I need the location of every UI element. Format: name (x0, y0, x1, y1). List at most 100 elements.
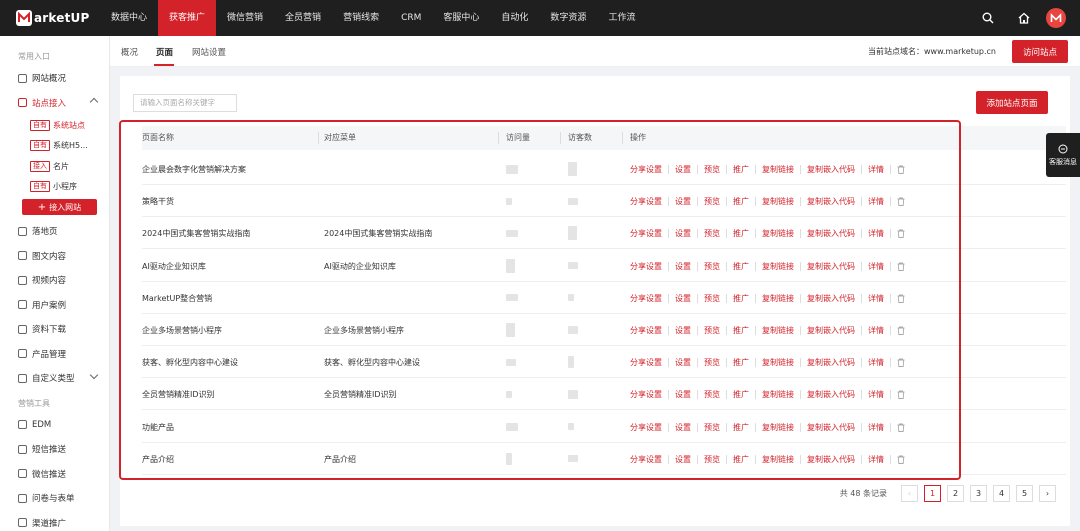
trash-icon[interactable] (897, 294, 905, 303)
logo[interactable]: arketUP (0, 0, 100, 36)
page-name[interactable]: AI驱动企业知识库 (142, 261, 206, 272)
sidebar-item-bottom-items-1[interactable]: 短信推送 (0, 437, 109, 462)
action-3[interactable]: 推广 (733, 454, 749, 465)
action-4[interactable]: 复制链接 (762, 196, 794, 207)
action-0[interactable]: 分享设置 (630, 261, 662, 272)
add-site-button[interactable]: + 接入网站 (22, 199, 97, 215)
action-4[interactable]: 复制链接 (762, 293, 794, 304)
action-5[interactable]: 复制嵌入代码 (807, 454, 855, 465)
action-4[interactable]: 复制链接 (762, 164, 794, 175)
action-6[interactable]: 详情 (868, 164, 884, 175)
action-6[interactable]: 详情 (868, 389, 884, 400)
action-2[interactable]: 预览 (704, 454, 720, 465)
page-button-5[interactable]: 5 (1016, 485, 1033, 502)
sidebar-item-bottom-items-4[interactable]: 渠道推广 (0, 511, 109, 531)
action-2[interactable]: 预览 (704, 293, 720, 304)
nav-item-0[interactable]: 数据中心 (100, 0, 158, 36)
action-1[interactable]: 设置 (675, 422, 691, 433)
nav-item-1[interactable]: 获客推广 (158, 0, 217, 36)
sidebar-item-site-overview[interactable]: 网站概况 (0, 66, 109, 91)
sidebar-item-bottom-items-3[interactable]: 问卷与表单 (0, 486, 109, 511)
action-5[interactable]: 复制嵌入代码 (807, 389, 855, 400)
action-5[interactable]: 复制嵌入代码 (807, 164, 855, 175)
sidebar-item-bottom-items-2[interactable]: 微信推送 (0, 462, 109, 487)
action-1[interactable]: 设置 (675, 357, 691, 368)
action-2[interactable]: 预览 (704, 422, 720, 433)
sidebar-item-bottom-items-0[interactable]: EDM (0, 413, 109, 438)
action-0[interactable]: 分享设置 (630, 325, 662, 336)
action-1[interactable]: 设置 (675, 325, 691, 336)
page-name[interactable]: 企业晨会数字化营销解决方案 (142, 164, 246, 175)
action-2[interactable]: 预览 (704, 196, 720, 207)
add-page-button[interactable]: 添加站点页面 (976, 91, 1048, 114)
nav-item-7[interactable]: 自动化 (490, 0, 539, 36)
page-name[interactable]: 2024中国式集客营销实战指南 (142, 228, 250, 239)
action-6[interactable]: 详情 (868, 357, 884, 368)
action-3[interactable]: 推广 (733, 325, 749, 336)
customer-service-float[interactable]: 客服消息 (1046, 133, 1080, 177)
action-4[interactable]: 复制链接 (762, 261, 794, 272)
nav-item-4[interactable]: 营销线索 (332, 0, 390, 36)
action-2[interactable]: 预览 (704, 164, 720, 175)
action-5[interactable]: 复制嵌入代码 (807, 228, 855, 239)
action-1[interactable]: 设置 (675, 389, 691, 400)
action-5[interactable]: 复制嵌入代码 (807, 196, 855, 207)
tab-pages[interactable]: 页面 (156, 46, 173, 58)
action-2[interactable]: 预览 (704, 228, 720, 239)
action-6[interactable]: 详情 (868, 422, 884, 433)
action-5[interactable]: 复制嵌入代码 (807, 325, 855, 336)
user-avatar[interactable] (1046, 8, 1066, 28)
trash-icon[interactable] (897, 229, 905, 239)
trash-icon[interactable] (897, 262, 905, 271)
nav-item-6[interactable]: 客服中心 (432, 0, 490, 36)
action-5[interactable]: 复制嵌入代码 (807, 422, 855, 433)
action-0[interactable]: 分享设置 (630, 357, 662, 368)
action-6[interactable]: 详情 (868, 228, 884, 239)
action-0[interactable]: 分享设置 (630, 422, 662, 433)
visit-site-button[interactable]: 访问站点 (1012, 40, 1068, 63)
action-3[interactable]: 推广 (733, 389, 749, 400)
action-2[interactable]: 预览 (704, 357, 720, 368)
action-6[interactable]: 详情 (868, 261, 884, 272)
trash-icon[interactable] (897, 423, 905, 432)
nav-item-8[interactable]: 数字资源 (539, 0, 597, 36)
action-1[interactable]: 设置 (675, 293, 691, 304)
action-1[interactable]: 设置 (675, 228, 691, 239)
nav-item-2[interactable]: 微信营销 (216, 0, 274, 36)
action-0[interactable]: 分享设置 (630, 164, 662, 175)
action-4[interactable]: 复制链接 (762, 389, 794, 400)
trash-icon[interactable] (897, 165, 905, 174)
action-0[interactable]: 分享设置 (630, 293, 662, 304)
action-4[interactable]: 复制链接 (762, 325, 794, 336)
action-4[interactable]: 复制链接 (762, 422, 794, 433)
sidebar-subitem-1[interactable]: 自有 系统H5... (0, 136, 109, 157)
page-name[interactable]: 策略干货 (142, 196, 174, 207)
action-6[interactable]: 详情 (868, 293, 884, 304)
action-2[interactable]: 预览 (704, 261, 720, 272)
action-4[interactable]: 复制链接 (762, 228, 794, 239)
sidebar-item-mid-items-6[interactable]: 自定义类型 (0, 366, 109, 391)
action-0[interactable]: 分享设置 (630, 389, 662, 400)
action-1[interactable]: 设置 (675, 454, 691, 465)
nav-item-9[interactable]: 工作流 (597, 0, 646, 36)
nav-item-5[interactable]: CRM (390, 0, 432, 36)
page-name[interactable]: 全员营销精准ID识别 (142, 389, 215, 400)
sidebar-item-site-access[interactable]: 站点接入 (0, 91, 109, 116)
action-4[interactable]: 复制链接 (762, 454, 794, 465)
sidebar-subitem-0[interactable]: 自有 系统站点 (0, 115, 109, 136)
action-4[interactable]: 复制链接 (762, 357, 794, 368)
action-2[interactable]: 预览 (704, 325, 720, 336)
tab-site-settings[interactable]: 网站设置 (192, 46, 226, 58)
nav-item-3[interactable]: 全员营销 (274, 0, 332, 36)
action-0[interactable]: 分享设置 (630, 196, 662, 207)
home-icon[interactable] (1006, 0, 1042, 36)
action-5[interactable]: 复制嵌入代码 (807, 293, 855, 304)
action-6[interactable]: 详情 (868, 196, 884, 207)
action-3[interactable]: 推广 (733, 196, 749, 207)
tab-overview[interactable]: 概况 (121, 46, 138, 58)
action-5[interactable]: 复制嵌入代码 (807, 261, 855, 272)
action-3[interactable]: 推广 (733, 357, 749, 368)
action-1[interactable]: 设置 (675, 261, 691, 272)
action-6[interactable]: 详情 (868, 454, 884, 465)
action-5[interactable]: 复制嵌入代码 (807, 357, 855, 368)
